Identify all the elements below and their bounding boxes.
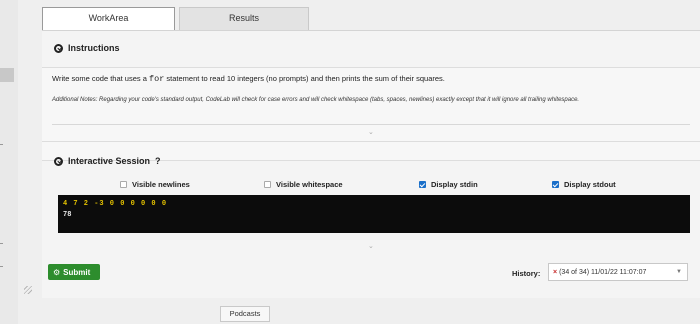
left-tick — [0, 144, 3, 145]
visible-newlines-checkbox[interactable] — [120, 181, 127, 188]
history-value: (34 of 34) 11/01/22 11:07:07 — [559, 268, 647, 276]
history-label: History: — [512, 269, 541, 278]
display-stdin-checkbox[interactable] — [419, 181, 426, 188]
chevron-down-icon[interactable]: ⌄ — [368, 242, 374, 250]
collapse-icon[interactable] — [54, 156, 63, 166]
left-strip — [0, 0, 18, 324]
display-options: Visible newlines Visible whitespace Disp… — [42, 180, 700, 192]
submit-button[interactable]: ⚙ Submit — [48, 264, 100, 280]
error-icon: × — [553, 268, 558, 276]
chevron-down-icon[interactable]: ⌄ — [368, 128, 374, 136]
stdout-line: 78 — [63, 211, 72, 219]
code-keyword: for — [149, 74, 165, 84]
divider — [52, 124, 690, 125]
work-area: Instructions Write some code that uses a… — [42, 30, 700, 298]
display-stdout-checkbox[interactable] — [552, 181, 559, 188]
instructions-header[interactable]: Instructions — [54, 43, 120, 53]
instructions-text: Write some code that uses a for statemen… — [52, 74, 445, 84]
left-tick — [0, 266, 3, 267]
visible-whitespace-option[interactable]: Visible whitespace — [264, 180, 343, 189]
caret-down-icon: ▼ — [676, 269, 682, 275]
visible-newlines-option[interactable]: Visible newlines — [120, 180, 190, 189]
display-stdout-option[interactable]: Display stdout — [552, 180, 616, 189]
gear-icon: ⚙ — [53, 267, 61, 277]
session-header[interactable]: Interactive Session ? — [54, 156, 161, 166]
session-title: Interactive Session — [68, 156, 151, 166]
history-select[interactable]: × (34 of 34) 11/01/22 11:07:07 ▼ — [548, 263, 688, 281]
terminal-output[interactable]: 4 7 2 -3 0 0 0 0 0 0 78 — [58, 195, 690, 233]
visible-whitespace-checkbox[interactable] — [264, 181, 271, 188]
resize-grip[interactable] — [24, 286, 32, 294]
instructions-title: Instructions — [68, 43, 120, 53]
help-icon[interactable]: ? — [155, 156, 161, 166]
display-stdin-option[interactable]: Display stdin — [419, 180, 478, 189]
collapse-icon[interactable] — [54, 43, 63, 53]
left-tick — [0, 243, 3, 244]
tab-workarea[interactable]: WorkArea — [42, 7, 175, 31]
podcasts-button[interactable]: Podcasts — [220, 306, 270, 322]
left-marker — [0, 68, 14, 82]
additional-notes: Additional Notes: Regarding your code's … — [52, 97, 580, 103]
stdin-line: 4 7 2 -3 0 0 0 0 0 0 — [63, 200, 168, 208]
tab-results[interactable]: Results — [179, 7, 309, 30]
